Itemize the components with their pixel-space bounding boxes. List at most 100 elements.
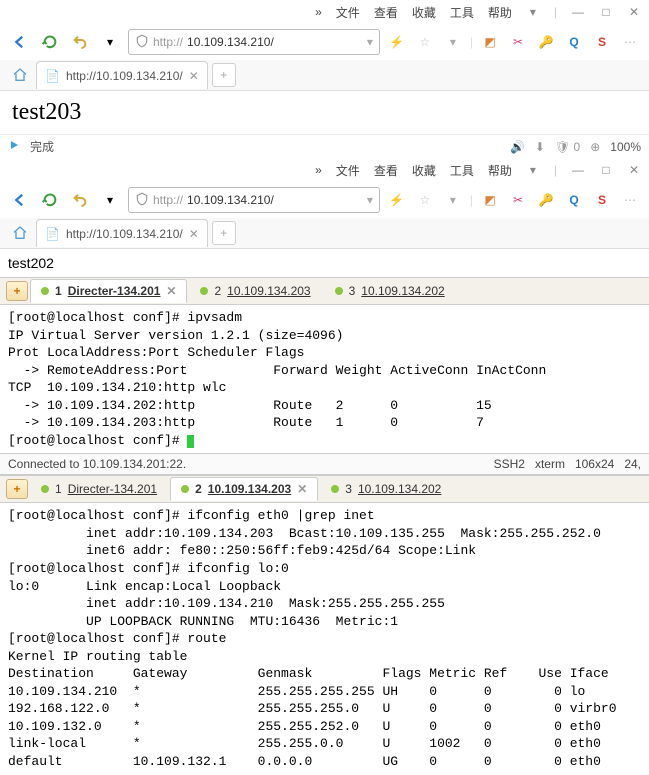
tab-title: http://10.109.134.210/ — [66, 69, 183, 83]
zoom-icon[interactable]: ⊕ — [590, 140, 600, 154]
terminal-tab-2[interactable]: 210.109.134.203✕ — [170, 477, 318, 501]
terminal-output-2[interactable]: [root@localhost conf]# ifconfig eth0 |gr… — [0, 503, 649, 774]
tab-label: 10.109.134.203 — [227, 284, 310, 298]
undo-button[interactable] — [68, 188, 92, 212]
menu-chevrons[interactable]: » — [315, 163, 322, 177]
maximize-icon[interactable]: □ — [599, 5, 613, 19]
url-scheme: http:// — [153, 193, 183, 207]
back-button[interactable] — [8, 30, 32, 54]
shield-icon — [135, 192, 149, 209]
status-bar: 完成 🔊 ⬇ 🛡 0 ⊕ 100% — [0, 134, 649, 158]
terminal-new-tab[interactable]: + — [6, 479, 28, 499]
url-host: 10.109.134.210/ — [187, 35, 274, 49]
tab-close-icon[interactable]: ✕ — [166, 284, 176, 298]
tab-close-icon[interactable]: ✕ — [189, 227, 199, 241]
menu-tools[interactable]: 工具 — [450, 162, 474, 179]
menu-help[interactable]: 帮助 — [488, 162, 512, 179]
url-input[interactable] — [278, 35, 363, 50]
undo-button[interactable] — [68, 30, 92, 54]
more-icon[interactable]: ⋯ — [619, 31, 641, 53]
fastforward-icon[interactable]: ⚡ — [386, 31, 408, 53]
addr-dropdown-icon[interactable]: ▾ — [367, 193, 373, 207]
reload-button[interactable] — [38, 30, 62, 54]
terminal-output-1[interactable]: [root@localhost conf]# ipvsadm IP Virtua… — [0, 305, 649, 453]
tab-num: 1 — [55, 482, 62, 496]
status-pos: 24, — [624, 457, 641, 471]
tool-dropdown-icon[interactable]: ▾ — [442, 31, 464, 53]
q-icon[interactable]: Q — [563, 189, 585, 211]
close-icon[interactable]: ✕ — [627, 5, 641, 19]
status-dot-icon — [200, 287, 208, 295]
home-button[interactable] — [8, 221, 32, 245]
dropdown-icon[interactable]: ▾ — [526, 163, 540, 177]
s-icon[interactable]: S — [591, 31, 613, 53]
menu-fav[interactable]: 收藏 — [412, 162, 436, 179]
page-tab[interactable]: 📄 http://10.109.134.210/ ✕ — [36, 219, 208, 247]
terminal-tab-3[interactable]: 310.109.134.202 — [324, 279, 456, 303]
more-icon[interactable]: ⋯ — [619, 189, 641, 211]
status-connection: Connected to 10.109.134.201:22. — [8, 457, 186, 471]
tab-bar: 📄 http://10.109.134.210/ ✕ + — [0, 60, 649, 90]
menu-fav[interactable]: 收藏 — [412, 4, 436, 21]
q-icon[interactable]: Q — [563, 31, 585, 53]
nav-dropdown-icon[interactable]: ▾ — [98, 188, 122, 212]
s-icon[interactable]: S — [591, 189, 613, 211]
status-ssh: SSH2 — [494, 457, 525, 471]
scissors-icon[interactable]: ✂ — [507, 189, 529, 211]
page-tab[interactable]: 📄 http://10.109.134.210/ ✕ — [36, 61, 208, 89]
menu-help[interactable]: 帮助 — [488, 4, 512, 21]
status-dot-icon — [41, 287, 49, 295]
terminal-tab-2[interactable]: 210.109.134.203 — [189, 279, 321, 303]
browser-window-1: » 文件 查看 收藏 工具 帮助 ▾ | — □ ✕ ▾ http://10.1… — [0, 0, 649, 91]
play-icon[interactable] — [8, 139, 20, 154]
volume-icon[interactable]: 🔊 — [510, 140, 525, 154]
dropdown-icon[interactable]: ▾ — [526, 5, 540, 19]
menu-file[interactable]: 文件 — [336, 4, 360, 21]
tab-close-icon[interactable]: ✕ — [297, 482, 307, 496]
key-icon[interactable]: 🔑 — [535, 31, 557, 53]
new-tab-button[interactable]: + — [212, 221, 236, 245]
download-icon[interactable]: ⬇ — [535, 140, 545, 154]
menu-chevrons[interactable]: » — [315, 5, 322, 19]
shield-status-icon[interactable]: 🛡 0 — [555, 140, 580, 154]
page-body: test202 — [0, 249, 649, 277]
home-button[interactable] — [8, 63, 32, 87]
star-icon[interactable]: ☆ — [414, 189, 436, 211]
terminal-new-tab[interactable]: + — [6, 281, 28, 301]
url-input[interactable] — [278, 193, 363, 208]
menu-view[interactable]: 查看 — [374, 4, 398, 21]
terminal-tab-1[interactable]: 1Directer-134.201✕ — [30, 279, 187, 303]
minimize-icon[interactable]: — — [571, 5, 585, 19]
close-icon[interactable]: ✕ — [627, 163, 641, 177]
tool-dropdown-icon[interactable]: ▾ — [442, 189, 464, 211]
terminal-tab-1[interactable]: 1Directer-134.201 — [30, 477, 168, 501]
menu-file[interactable]: 文件 — [336, 162, 360, 179]
menu-view[interactable]: 查看 — [374, 162, 398, 179]
star-icon[interactable]: ☆ — [414, 31, 436, 53]
terminal-tab-3[interactable]: 310.109.134.202 — [320, 477, 452, 501]
maximize-icon[interactable]: □ — [599, 163, 613, 177]
extension-icon[interactable]: ◩ — [479, 31, 501, 53]
tab-close-icon[interactable]: ✕ — [189, 69, 199, 83]
menu-bar: » 文件 查看 收藏 工具 帮助 ▾ | — □ ✕ — [0, 158, 649, 182]
tab-label: 10.109.134.202 — [361, 284, 444, 298]
fastforward-icon[interactable]: ⚡ — [386, 189, 408, 211]
tab-bar: 📄 http://10.109.134.210/ ✕ + — [0, 218, 649, 248]
status-dot-icon — [181, 485, 189, 493]
status-dot-icon — [335, 287, 343, 295]
address-bar[interactable]: http://10.109.134.210/ ▾ — [128, 29, 380, 55]
addr-dropdown-icon[interactable]: ▾ — [367, 35, 373, 49]
extension-icon[interactable]: ◩ — [479, 189, 501, 211]
back-button[interactable] — [8, 188, 32, 212]
minimize-icon[interactable]: — — [571, 163, 585, 177]
menu-tools[interactable]: 工具 — [450, 4, 474, 21]
nav-dropdown-icon[interactable]: ▾ — [98, 30, 122, 54]
terminal-status-bar: Connected to 10.109.134.201:22. SSH2 xte… — [0, 453, 649, 475]
status-dot-icon — [331, 485, 339, 493]
address-bar[interactable]: http://10.109.134.210/ ▾ — [128, 187, 380, 213]
scissors-icon[interactable]: ✂ — [507, 31, 529, 53]
status-done: 完成 — [30, 138, 54, 155]
key-icon[interactable]: 🔑 — [535, 189, 557, 211]
reload-button[interactable] — [38, 188, 62, 212]
new-tab-button[interactable]: + — [212, 63, 236, 87]
